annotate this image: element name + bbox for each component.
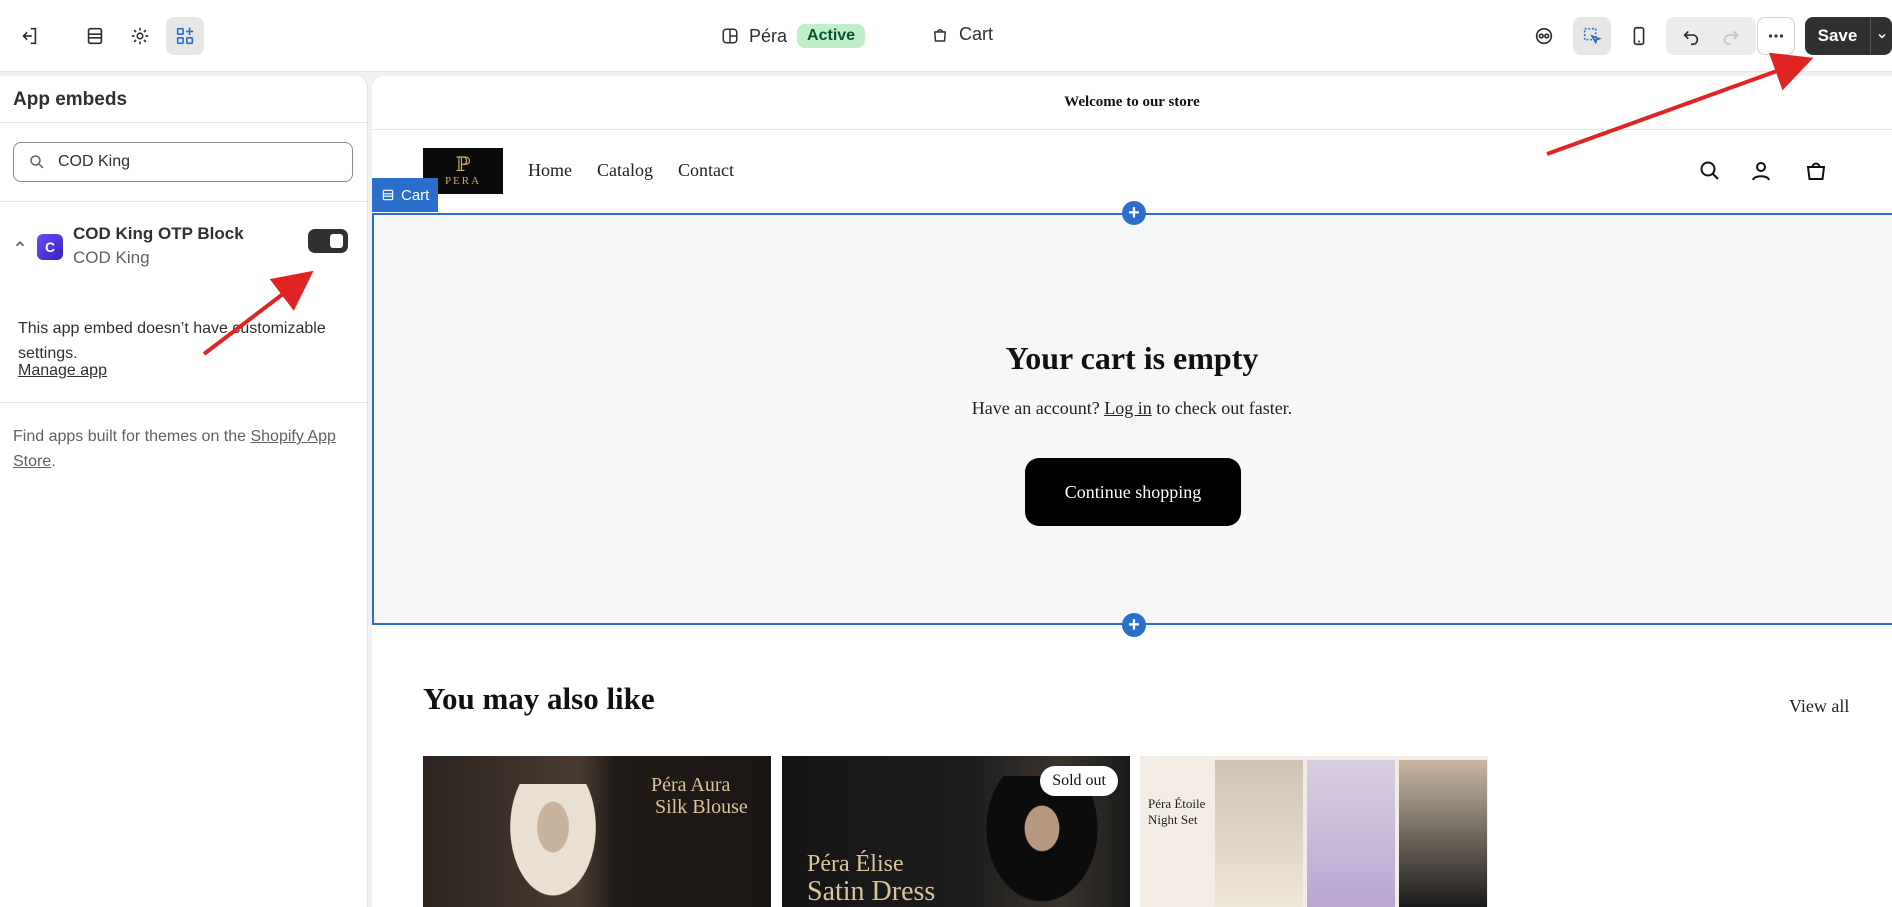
section-tag-label: Cart	[401, 186, 430, 204]
nav-contact[interactable]: Contact	[678, 160, 734, 181]
continue-shopping-button[interactable]: Continue shopping	[1025, 458, 1241, 526]
main-nav: Home Catalog Contact	[528, 160, 734, 181]
product-image-1	[503, 784, 603, 907]
app-embed-name: COD King OTP Block	[73, 224, 244, 243]
divider	[0, 402, 368, 403]
product-caption-3a: Péra Étoile	[1148, 796, 1206, 811]
also-like-heading: You may also like	[423, 681, 655, 716]
manage-app-link[interactable]: Manage app	[18, 362, 107, 380]
section-tag-cart[interactable]: Cart	[372, 178, 439, 212]
find-apps-text: Find apps built for themes on the Shopif…	[13, 424, 353, 474]
find-apps-prefix: Find apps built for themes on the	[13, 428, 251, 445]
select-element-icon[interactable]	[1573, 17, 1611, 55]
save-options-chevron-icon[interactable]	[1870, 17, 1892, 55]
redo-icon[interactable]	[1712, 17, 1750, 55]
product-caption-3b: Night Set	[1148, 812, 1198, 827]
editor-topbar: Péra Active Cart Save	[0, 0, 1892, 72]
login-suffix: to check out faster.	[1151, 398, 1293, 418]
view-all-link[interactable]: View all	[1789, 696, 1849, 717]
product-card-1[interactable]: Péra Aura Silk Blouse	[423, 756, 771, 907]
undo-redo-group	[1666, 17, 1756, 55]
collapse-chevron-up-icon[interactable]	[13, 237, 27, 251]
nav-catalog[interactable]: Catalog	[597, 160, 653, 181]
product-caption-2b: Satin Dress	[807, 876, 936, 907]
panel-title: App embeds	[13, 89, 128, 110]
app-embed-vendor: COD King	[73, 248, 150, 267]
theme-name: Péra	[749, 25, 788, 46]
settings-gear-icon[interactable]	[121, 17, 159, 55]
exit-icon[interactable]	[10, 17, 48, 55]
search-icon	[30, 155, 44, 169]
theme-selector[interactable]: Péra Active	[721, 24, 866, 48]
add-section-above-icon[interactable]: +	[1122, 201, 1146, 225]
divider	[0, 201, 368, 202]
app-embeds-panel: App embeds C COD King OTP Block COD King…	[0, 76, 368, 907]
logo-monogram-icon: ℙ	[455, 154, 471, 176]
add-section-below-icon[interactable]: +	[1122, 613, 1146, 637]
divider	[0, 122, 368, 123]
find-apps-suffix: .	[51, 453, 56, 470]
page-name: Cart	[959, 24, 994, 44]
page-selector[interactable]: Cart	[931, 24, 993, 45]
sections-icon[interactable]	[76, 17, 114, 55]
product-image-3a	[1215, 760, 1303, 907]
login-prefix: Have an account?	[971, 398, 1105, 418]
save-button[interactable]: Save	[1805, 17, 1870, 55]
cart-icon[interactable]	[1804, 159, 1828, 183]
product-caption-1b: Silk Blouse	[655, 796, 748, 818]
theme-status-badge: Active	[797, 24, 866, 48]
undo-icon[interactable]	[1672, 17, 1710, 55]
app-embed-note: This app embed doesn’t have customizable…	[18, 320, 326, 362]
product-image-3b	[1307, 760, 1395, 907]
product-caption-1a: Péra Aura	[651, 774, 731, 796]
announcement-bar: Welcome to our store	[372, 76, 1892, 130]
product-image-3c	[1399, 760, 1487, 907]
search-input[interactable]	[58, 153, 318, 171]
storefront-preview: Welcome to our store ℙ PERA Home Catalog…	[372, 76, 1892, 907]
shopping-bag-icon	[933, 28, 947, 42]
theme-layout-icon	[722, 28, 738, 44]
product-card-3[interactable]: Péra Étoile Night Set	[1140, 756, 1488, 907]
search-icon[interactable]	[1698, 159, 1722, 183]
mobile-preview-icon[interactable]	[1620, 17, 1658, 55]
log-in-link[interactable]: Log in	[1104, 398, 1152, 418]
search-field[interactable]	[13, 142, 353, 182]
cod-king-logo-icon: C	[37, 234, 63, 260]
inspector-icon[interactable]	[1525, 17, 1563, 55]
login-prompt: Have an account? Log in to check out fas…	[372, 398, 1892, 419]
product-card-2[interactable]: Péra Élise Satin Dress Sold out	[782, 756, 1130, 907]
app-embed-toggle[interactable]	[308, 229, 348, 253]
section-icon	[382, 189, 394, 201]
product-caption-2a: Péra Élise	[807, 851, 904, 877]
sold-out-badge: Sold out	[1040, 766, 1118, 796]
logo-text: PERA	[444, 175, 482, 187]
cart-empty-heading: Your cart is empty	[1005, 340, 1259, 376]
more-actions-icon[interactable]	[1757, 17, 1795, 55]
app-embeds-icon[interactable]	[166, 17, 204, 55]
cart-section[interactable]	[372, 213, 1892, 625]
account-icon[interactable]	[1749, 159, 1773, 183]
nav-home[interactable]: Home	[528, 160, 572, 181]
app-embed-row: C COD King OTP Block COD King	[13, 222, 353, 278]
